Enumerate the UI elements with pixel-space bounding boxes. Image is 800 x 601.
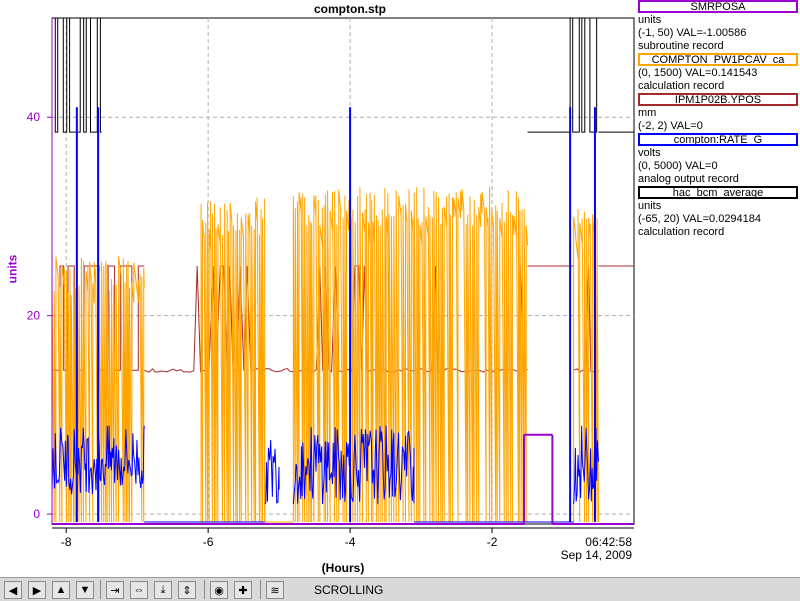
toolbar-separator — [260, 580, 261, 599]
legend-type: subroutine record — [638, 40, 724, 52]
toolbar-separator — [100, 580, 101, 599]
legend-entry[interactable]: COMPTON_PW1PCAV_ca (0, 1500) VAL=0.141543… — [636, 53, 800, 93]
legend-range-val: (0, 5000) VAL=0 — [638, 160, 718, 172]
x-tick-label: -2 — [487, 535, 498, 549]
y-axis-label: units — [5, 254, 20, 284]
legend-units: units — [638, 14, 662, 26]
y-tick-label: 40 — [27, 110, 41, 124]
toolbar: SCROLLING ◀ ▶ ▲ ▼ ⇥ ⇔ ⤓ ⇕ ◉ ✚ ≋ — [0, 577, 800, 601]
legend-type: calculation record — [638, 226, 725, 238]
legend-entry[interactable]: SMRPOSA units (-1, 50) VAL=-1.00586 subrout… — [636, 0, 800, 53]
reset-icon: ✚ — [238, 584, 248, 597]
legend-entry[interactable]: hac_bcm_average units (-65, 20) VAL=0.0294… — [636, 186, 800, 239]
legend-range-val: (-65, 20) VAL=0.0294184 — [638, 213, 762, 225]
scroll-mode-button[interactable]: ≋ — [266, 581, 284, 599]
legend-range-val: (-2, 2) VAL=0 — [638, 120, 703, 132]
zoom-in-x-button[interactable]: ⇥ — [106, 581, 124, 599]
legend-units: units — [638, 200, 662, 212]
legend-entry[interactable]: compton:RATE_G volts (0, 5000) VAL=0 analog… — [636, 133, 800, 186]
pan-up-button[interactable]: ▲ — [52, 581, 70, 599]
strip-chart[interactable]: 0 20 40 -8 -6 -4 -2 (Hours) 06:42:58Sep 14, 2009 — [0, 0, 636, 577]
scroll-mode-label: SCROLLING — [314, 583, 384, 597]
legend-series-name[interactable]: compton:RATE_G — [638, 133, 798, 146]
y-tick-label: 0 — [33, 507, 40, 521]
y-tick-label: 20 — [27, 309, 41, 323]
x-tick-label: -8 — [61, 535, 72, 549]
legend-type: calculation record — [638, 80, 725, 92]
legend: SMRPOSA units (-1, 50) VAL=-1.00586 subrout… — [636, 0, 800, 239]
legend-range-val: (0, 1500) VAL=0.141543 — [638, 67, 758, 79]
zoom-out-y-button[interactable]: ⇕ — [178, 581, 196, 599]
pan-down-icon: ▼ — [79, 584, 91, 596]
legend-entry[interactable]: IPM1P02B.YPOS mm (-2, 2) VAL=0 — [636, 93, 800, 133]
x-tick-label: -4 — [345, 535, 356, 549]
pan-left-button[interactable]: ◀ — [4, 581, 22, 599]
toolbar-separator — [204, 580, 205, 599]
zoom-in-y-icon: ⤓ — [160, 583, 166, 596]
pan-right-button[interactable]: ▶ — [28, 581, 46, 599]
pan-right-icon: ▶ — [32, 584, 42, 597]
zoom-in-y-button[interactable]: ⤓ — [154, 581, 172, 599]
date-label: Sep 14, 2009 — [561, 548, 633, 562]
pan-up-icon: ▲ — [55, 584, 67, 596]
legend-series-name[interactable]: hac_bcm_average — [638, 186, 798, 199]
zoom-in-x-icon: ⇥ — [110, 584, 120, 597]
autoscale-button[interactable]: ◉ — [210, 581, 228, 599]
legend-series-name[interactable]: SMRPOSA — [638, 0, 798, 13]
legend-series-name[interactable]: COMPTON_PW1PCAV_ca — [638, 53, 798, 66]
time-label: 06:42:58 — [585, 535, 632, 549]
legend-type: analog output record — [638, 173, 739, 185]
legend-units: volts — [638, 147, 661, 159]
pan-down-button[interactable]: ▼ — [76, 581, 94, 599]
legend-series-name[interactable]: IPM1P02B.YPOS — [638, 93, 798, 106]
reset-button[interactable]: ✚ — [234, 581, 252, 599]
zoom-out-y-icon: ⇕ — [182, 584, 192, 597]
scroll-mode-icon: ≋ — [270, 584, 280, 597]
x-tick-label: -6 — [203, 535, 214, 549]
legend-units: mm — [638, 107, 657, 119]
x-axis-label: (Hours) — [322, 561, 365, 575]
pan-left-icon: ◀ — [8, 584, 18, 597]
zoom-out-x-icon: ⇔ — [133, 584, 145, 596]
autoscale-icon: ◉ — [214, 584, 224, 597]
legend-range-val: (-1, 50) VAL=-1.00586 — [638, 27, 747, 39]
zoom-out-x-button[interactable]: ⇔ — [130, 581, 148, 599]
